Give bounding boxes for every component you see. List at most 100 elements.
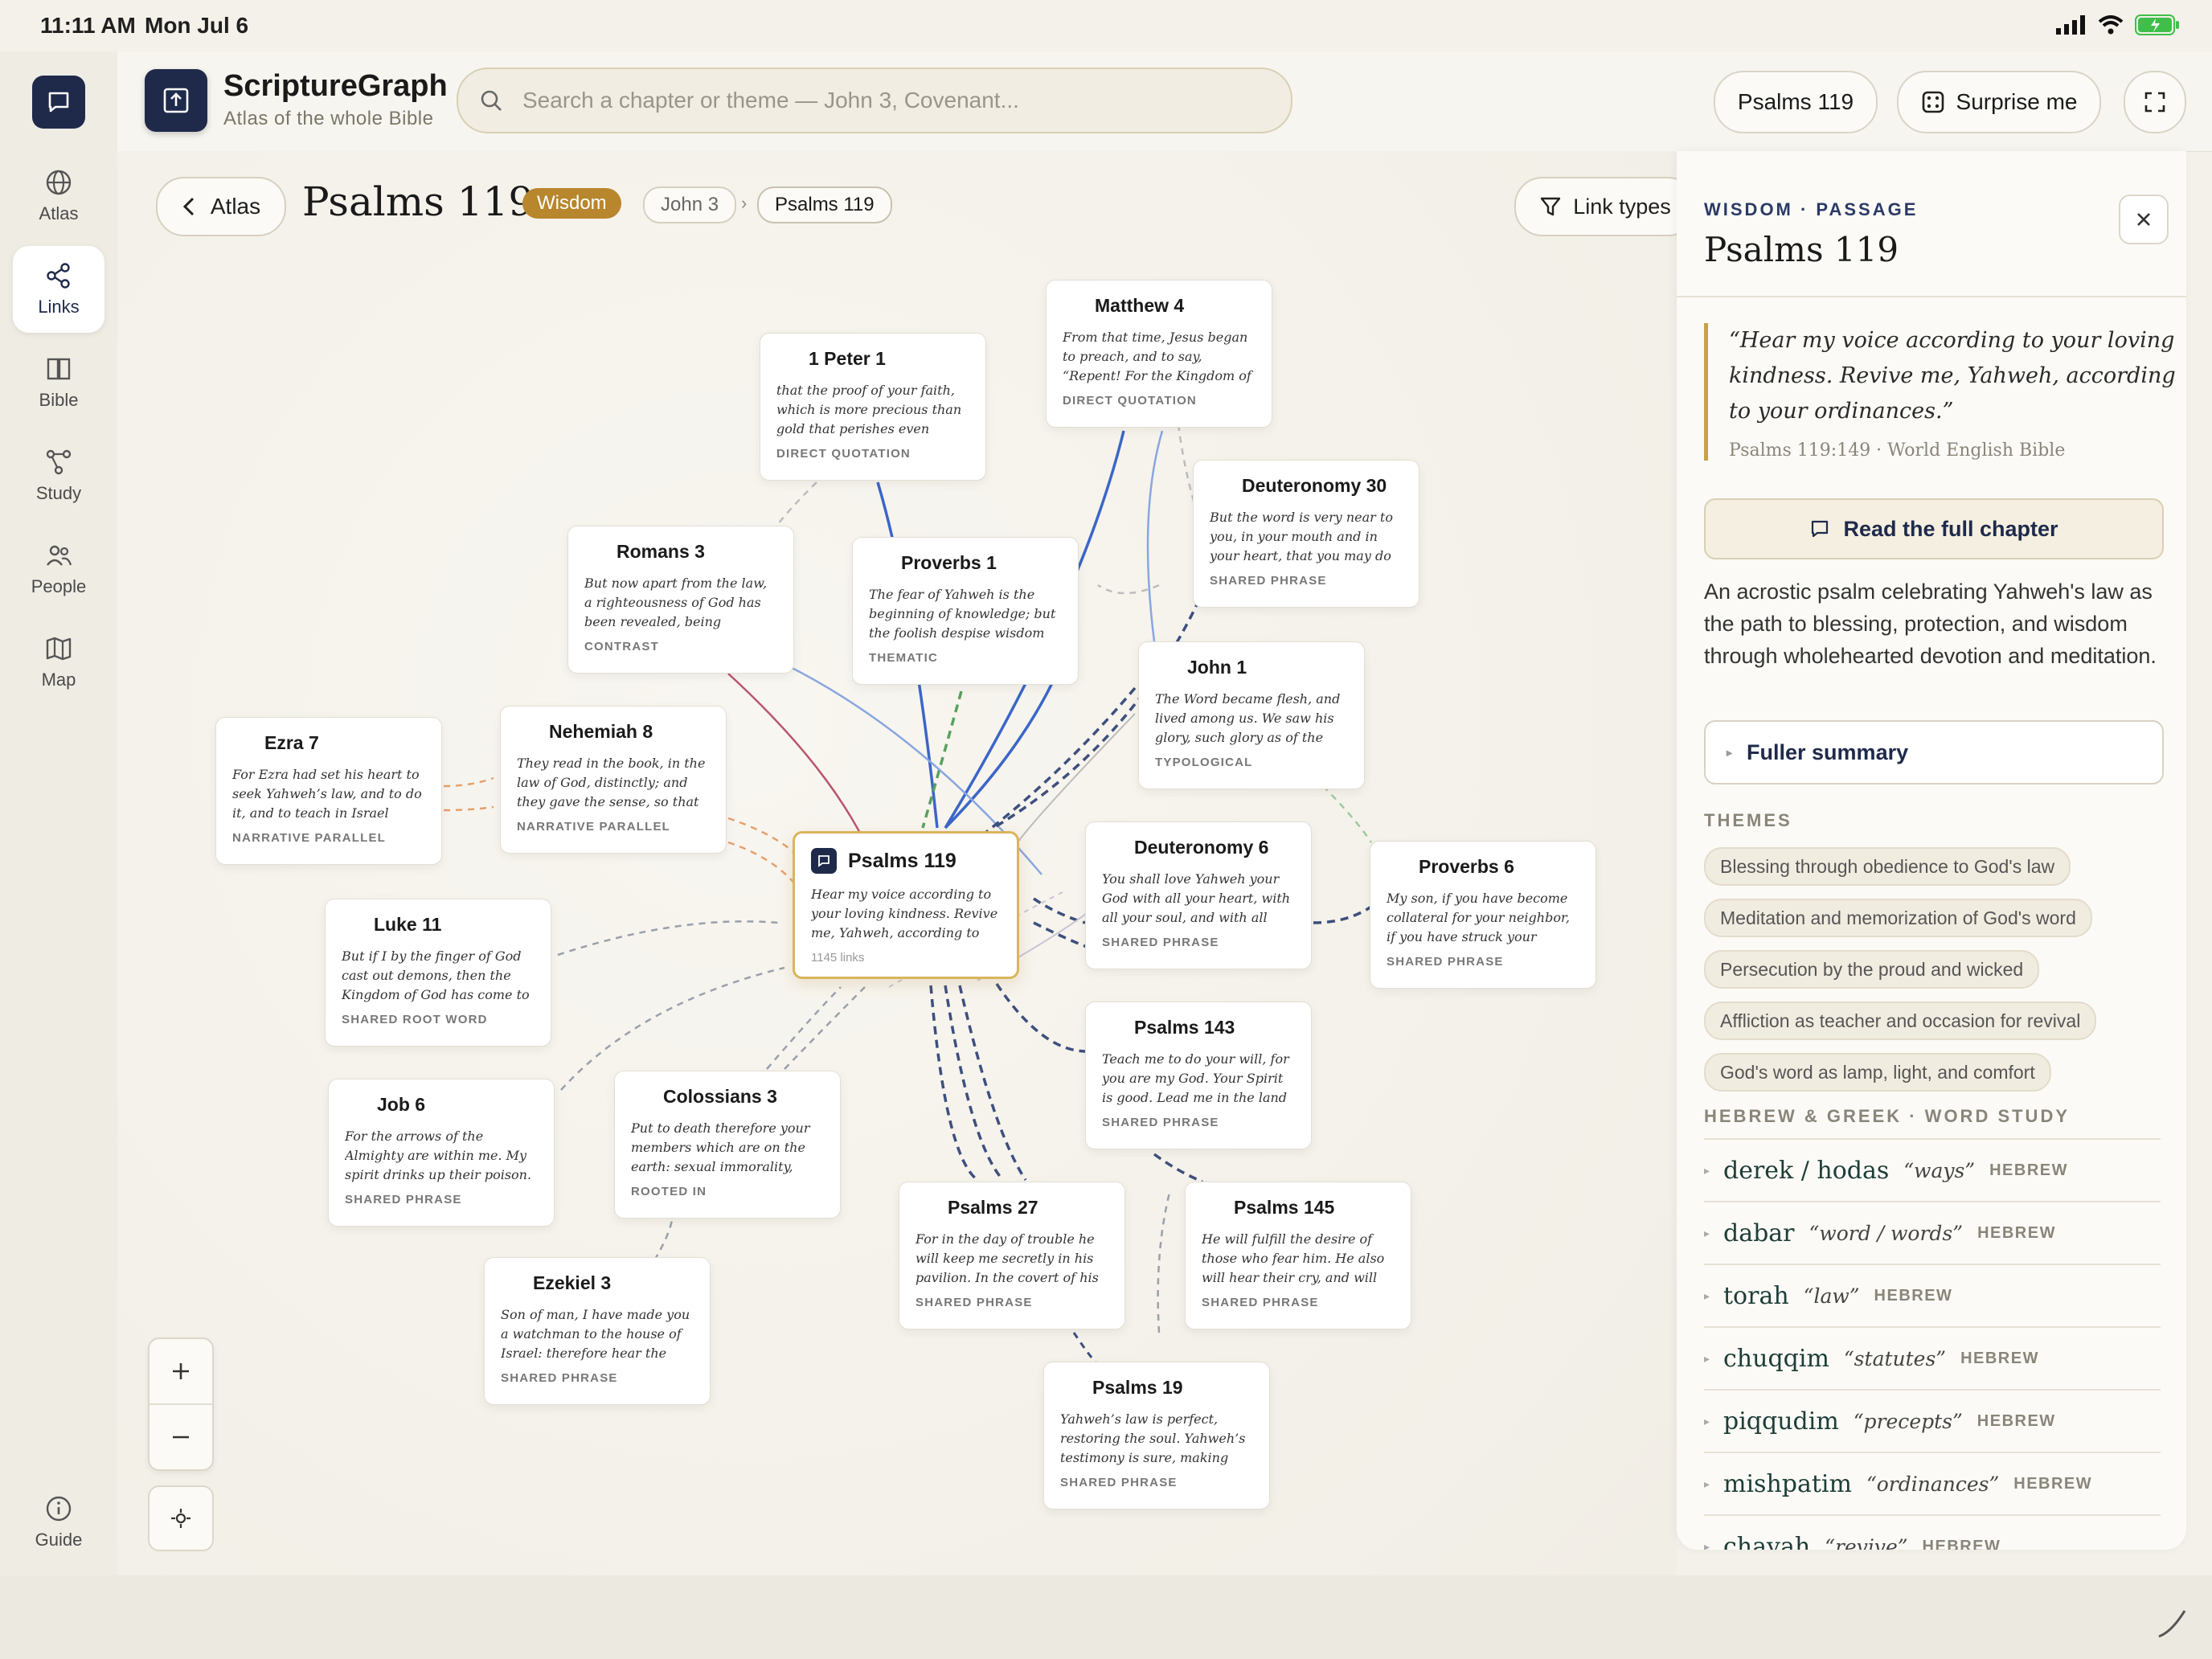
node-label: SHARED ROOT WORD xyxy=(342,1013,488,1026)
map-icon xyxy=(46,637,72,661)
graph-node-center[interactable]: Psalms 119 Hear my voice according to yo… xyxy=(793,831,1019,979)
rail-item-links[interactable]: Links xyxy=(13,246,104,333)
graph-node[interactable]: Luke 11 But if I by the finger of God cas… xyxy=(325,899,551,1047)
app-logo[interactable] xyxy=(145,69,207,132)
word-term: piqqudim xyxy=(1723,1407,1839,1436)
node-label: SHARED PHRASE xyxy=(1210,574,1327,588)
graph-node[interactable]: Psalms 145 He will fulfill the desire of … xyxy=(1185,1182,1411,1329)
status-date: Mon Jul 6 xyxy=(145,13,249,38)
link-luke11 xyxy=(557,920,779,956)
graph-node[interactable]: Ezra 7 For Ezra had set his heart to seek… xyxy=(215,717,442,865)
node-label: NARRATIVE PARALLEL xyxy=(517,820,671,834)
graph-node[interactable]: Deuteronomy 30 But the word is very near … xyxy=(1193,460,1419,608)
rail-item-guide[interactable]: Guide xyxy=(13,1479,104,1566)
app-subtitle: Atlas of the whole Bible xyxy=(223,108,434,129)
word-row[interactable]: ▸ chuqqim “statutes” HEBREW xyxy=(1704,1328,2161,1391)
node-title: Psalms 119 xyxy=(848,849,956,872)
node-text: For the arrows of the Almighty are withi… xyxy=(345,1129,532,1182)
zoom-in-button[interactable] xyxy=(150,1339,212,1403)
rail-item-bible[interactable]: Bible xyxy=(13,339,104,426)
graph-node[interactable]: Colossians 3 Put to death therefore your … xyxy=(614,1071,841,1219)
filter-icon xyxy=(1541,197,1561,216)
word-term: derek / hodas xyxy=(1723,1156,1890,1185)
word-row[interactable]: ▸ dabar “word / words” HEBREW xyxy=(1704,1202,2161,1265)
graph-node[interactable]: 1 Peter 1 that the proof of your faith, w… xyxy=(760,333,986,481)
search-input[interactable] xyxy=(521,87,1247,114)
rail-label-atlas: Atlas xyxy=(39,203,79,223)
fuller-summary-toggle[interactable]: ▸ Fuller summary xyxy=(1704,720,2164,784)
theme-chip[interactable]: Blessing through obedience to God's law xyxy=(1704,847,2071,886)
graph-canvas[interactable]: Atlas Psalms 119 Wisdom John 3 › Psalms … xyxy=(117,151,1677,1575)
word-row[interactable]: ▸ torah “law” HEBREW xyxy=(1704,1265,2161,1328)
graph-node[interactable]: Psalms 27 For in the day of trouble he wi… xyxy=(899,1182,1125,1329)
node-text: The fear of Yahweh is the beginning of k… xyxy=(869,587,1056,641)
graph-node[interactable]: Deuteronomy 6 You shall love Yahweh your … xyxy=(1085,821,1312,969)
link-colossians3-b xyxy=(784,986,866,1070)
themes-list: Blessing through obedience to God's law … xyxy=(1704,847,2170,1104)
link-nehemiah8 xyxy=(727,817,801,859)
share-icon xyxy=(47,263,70,289)
graph-node[interactable]: Psalms 143 Teach me to do your will, for … xyxy=(1085,1002,1312,1149)
theme-chip[interactable]: Persecution by the proud and wicked xyxy=(1704,950,2040,989)
theme-chip[interactable]: Meditation and memorization of God's wor… xyxy=(1704,899,2092,937)
upload-box-icon xyxy=(163,88,189,113)
breadcrumb-john3[interactable]: John 3 xyxy=(643,186,737,223)
detail-panel: WISDOM · PASSAGE Psalms 119 “Hear my voi… xyxy=(1677,151,2186,1550)
graph-node[interactable]: Romans 3 But now apart from the law, a ri… xyxy=(567,526,794,674)
graph-node[interactable]: Proverbs 1 The fear of Yahweh is the begi… xyxy=(852,537,1079,685)
rail-label-map: Map xyxy=(41,670,76,690)
graph-node[interactable]: Ezekiel 3 Son of man, I have made you a w… xyxy=(484,1257,711,1405)
node-text: Teach me to do your will, for you are my… xyxy=(1102,1051,1289,1105)
rail-label-links: Links xyxy=(38,297,80,317)
word-row[interactable]: ▸ derek / hodas “ways” HEBREW xyxy=(1704,1140,2161,1202)
graph-node[interactable]: John 1 The Word became flesh, and lived a… xyxy=(1138,641,1365,789)
rail-item-people[interactable]: People xyxy=(13,526,104,612)
close-icon xyxy=(2137,213,2150,226)
search-bar[interactable] xyxy=(457,68,1292,133)
graph-node[interactable]: Proverbs 6 My son, if you have become col… xyxy=(1370,841,1596,989)
recenter-button[interactable] xyxy=(148,1485,214,1551)
link-types-button[interactable]: Link types xyxy=(1514,177,1677,236)
word-gloss: “law” xyxy=(1803,1284,1860,1308)
node-link-count: 1145 links xyxy=(811,951,865,965)
node-text: From that time, Jesus began to preach, a… xyxy=(1063,330,1251,383)
rail-item-map[interactable]: Map xyxy=(13,619,104,706)
word-row[interactable]: ▸ piqqudim “precepts” HEBREW xyxy=(1704,1391,2161,1453)
link-psalms27 xyxy=(929,985,979,1182)
word-gloss: “precepts” xyxy=(1853,1409,1963,1433)
node-title: Proverbs 1 xyxy=(901,552,997,573)
chat-app-button[interactable] xyxy=(32,76,85,129)
graph-icon xyxy=(46,449,72,475)
word-gloss: “ways” xyxy=(1903,1158,1976,1182)
back-to-atlas-button[interactable]: Atlas xyxy=(156,177,286,236)
current-passage-chip[interactable]: Psalms 119 xyxy=(1714,71,1878,133)
node-label: SHARED PHRASE xyxy=(1387,955,1504,969)
rail-item-atlas[interactable]: Atlas xyxy=(13,153,104,240)
breadcrumb-psalms119[interactable]: Psalms 119 xyxy=(757,186,892,223)
word-term: dabar xyxy=(1723,1219,1795,1247)
bottom-strip xyxy=(0,1575,2212,1659)
read-full-chapter-button[interactable]: Read the full chapter xyxy=(1704,498,2164,559)
word-row[interactable]: ▸ mishpatim “ordinances” HEBREW xyxy=(1704,1453,2161,1516)
theme-chip[interactable]: God's word as lamp, light, and comfort xyxy=(1704,1053,2051,1092)
word-gloss: “ordinances” xyxy=(1866,1472,2000,1496)
fullscreen-button[interactable] xyxy=(2124,71,2186,133)
zoom-controls xyxy=(148,1337,214,1471)
graph-node[interactable]: Matthew 4 From that time, Jesus began to … xyxy=(1046,280,1272,428)
link-psalms27-b xyxy=(944,985,1003,1180)
word-row[interactable]: ▸ chayah “revive” HEBREW xyxy=(1704,1516,2161,1550)
theme-chip[interactable]: Affliction as teacher and occasion for r… xyxy=(1704,1002,2097,1040)
node-title: Psalms 145 xyxy=(1234,1197,1335,1218)
zoom-out-button[interactable] xyxy=(150,1405,212,1469)
chevron-left-icon xyxy=(182,197,194,216)
close-panel-button[interactable] xyxy=(2119,195,2169,244)
surprise-me-button[interactable]: Surprise me xyxy=(1897,71,2101,133)
verse-text: “Hear my voice according to your loving … xyxy=(1729,328,2176,424)
rail-item-study[interactable]: Study xyxy=(13,432,104,519)
chevron-right-icon: ▸ xyxy=(1704,1414,1710,1428)
fullscreen-icon xyxy=(2144,92,2165,113)
graph-node[interactable]: Job 6 For the arrows of the Almighty are … xyxy=(328,1079,555,1227)
graph-node[interactable]: Psalms 19 Yahweh’s law is perfect, restor… xyxy=(1043,1362,1270,1509)
link-types-label: Link types xyxy=(1573,194,1671,219)
graph-node[interactable]: Nehemiah 8 They read in the book, in the … xyxy=(500,706,727,854)
